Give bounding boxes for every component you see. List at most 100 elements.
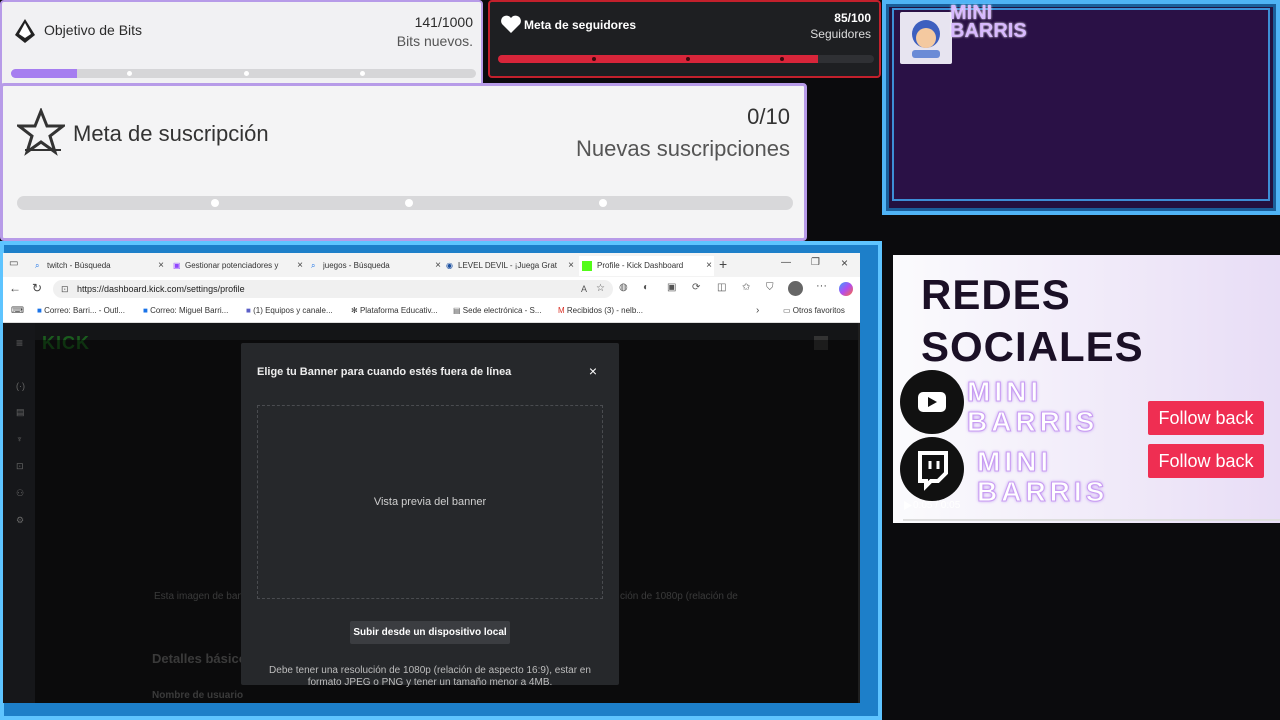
bookmark-plataforma[interactable]: ✻ Plataforma Educativ... <box>351 306 438 315</box>
trophy-icon[interactable]: ♆ <box>16 434 23 444</box>
menu-icon[interactable]: ≡ <box>16 336 23 350</box>
favorites-icon[interactable]: ✩ <box>742 282 750 293</box>
favorite-star-icon[interactable]: ☆ <box>596 280 605 298</box>
browser-essentials-icon[interactable]: ⛉ <box>766 282 774 293</box>
bookmarks-bar: ⌨ ■ Correo: Barri... - Outl... ■ Correo:… <box>3 301 860 323</box>
banner-modal: Elige tu Banner para cuando estés fuera … <box>241 343 619 688</box>
search-icon: ⌕ <box>35 261 40 270</box>
stream-icon[interactable]: (·) <box>16 381 25 391</box>
progress-marker <box>127 71 133 76</box>
camera-frame: MINI BARRIS <box>882 0 1280 215</box>
bookmark-outlook-1[interactable]: ■ Correo: Barri... - Outl... <box>37 306 125 315</box>
extension-icon[interactable]: ◍ <box>619 282 628 293</box>
subscription-goal-count: 0/10 <box>747 104 790 129</box>
restore-icon[interactable]: ❐ <box>811 257 820 268</box>
bookmark-teams[interactable]: ■ (1) Equipos y canale... <box>246 306 333 315</box>
youtube-icon <box>900 370 964 434</box>
twitch-icon <box>900 437 964 501</box>
progress-marker <box>211 199 219 207</box>
bits-goal-count: 141/1000 <box>414 14 473 30</box>
streamer-avatar <box>900 12 952 64</box>
chevron-right-icon[interactable]: › <box>756 305 759 316</box>
kick-favicon-icon <box>582 261 592 271</box>
star-icon <box>17 108 65 156</box>
modal-title: Elige tu Banner para cuando estés fuera … <box>257 366 512 378</box>
tab-kick-profile[interactable]: Profile - Kick Dashboard × <box>579 256 714 276</box>
bits-progress-fill <box>11 69 77 78</box>
dashboard-icon[interactable]: ▤ <box>16 407 25 418</box>
progress-marker <box>780 57 784 61</box>
url-text: https://dashboard.kick.com/settings/prof… <box>77 284 245 294</box>
progress-marker <box>405 199 413 207</box>
bookmark-outlook-2[interactable]: ■ Correo: Miguel Barri... <box>143 306 228 315</box>
play-icon[interactable] <box>904 501 912 510</box>
moderation-icon[interactable]: ⊡ <box>16 461 24 472</box>
document-icon: ▤ <box>453 306 461 315</box>
subscription-progress-bar <box>17 196 793 210</box>
community-icon[interactable]: ⚇ <box>16 488 24 499</box>
progress-marker <box>599 199 607 207</box>
subscription-goal-title: Meta de suscripción <box>73 121 269 146</box>
outlook-icon: ■ <box>143 306 148 315</box>
close-icon[interactable]: × <box>589 363 597 379</box>
tab-gestionar[interactable]: ▣ Gestionar potenciadores y × <box>169 256 305 276</box>
twitch-follow-button[interactable]: Follow back <box>1148 444 1264 478</box>
upload-local-button[interactable]: Subir desde un dispositivo local <box>350 621 510 644</box>
subscription-goal-subtitle: Nuevas suscripciones <box>576 136 790 161</box>
progress-marker <box>243 71 249 76</box>
social-panel: REDES SOCIALES MINI BARRIS Follow back M… <box>893 255 1280 523</box>
social-heading-line2: SOCIALES <box>921 323 1144 370</box>
tab-twitch-search[interactable]: ⌕ twitch - Búsqueda × <box>31 256 166 276</box>
settings-icon[interactable]: ⚙ <box>16 515 24 526</box>
bookmark-sede[interactable]: ▤ Sede electrónica - S... <box>453 306 542 315</box>
close-tab-icon[interactable]: × <box>568 256 574 276</box>
bits-progress-bar <box>11 69 476 78</box>
back-icon[interactable]: ← <box>9 281 21 295</box>
bookmark-gmail[interactable]: M Recibidos (3) - nelb... <box>558 306 643 315</box>
read-aloud-icon[interactable]: A <box>581 280 587 298</box>
progress-marker <box>592 57 596 61</box>
close-tab-icon[interactable]: × <box>297 256 303 276</box>
bits-goal-title: Objetivo de Bits <box>44 22 143 38</box>
more-menu-icon[interactable]: ··· <box>816 280 827 292</box>
minimize-icon[interactable]: — <box>781 257 791 268</box>
subscription-goal-widget: Meta de suscripción 0/10 Nuevas suscripc… <box>0 83 807 241</box>
close-window-icon[interactable]: × <box>841 256 848 270</box>
close-tab-icon[interactable]: × <box>435 256 441 276</box>
tab-actions-icon[interactable]: ▭ <box>9 258 18 269</box>
progress-marker <box>686 57 690 61</box>
plataforma-icon: ✻ <box>351 306 358 315</box>
refresh-icon[interactable]: ↻ <box>32 281 42 295</box>
followers-goal-title: Meta de seguidores <box>524 18 637 32</box>
social-heading-line1: REDES <box>921 271 1071 318</box>
close-tab-icon[interactable]: × <box>706 256 712 276</box>
profile-avatar[interactable] <box>788 281 803 296</box>
youtube-follow-button[interactable]: Follow back <box>1148 401 1264 435</box>
followers-progress-fill <box>498 55 818 63</box>
extension-icon[interactable]: ◐ <box>643 282 649 293</box>
tab-strip: ▭ ⌕ twitch - Búsqueda × ▣ Gestionar poten… <box>3 253 860 277</box>
video-progress-bar[interactable] <box>903 519 1280 521</box>
address-bar-row: ← ↻ ⊡ https://dashboard.kick.com/setting… <box>3 277 860 301</box>
tab-level-devil[interactable]: ◉ LEVEL DEVIL - ¡Juega Grat × <box>442 256 576 276</box>
followers-goal-subtitle: Seguidores <box>810 27 871 41</box>
lock-icon: ⊡ <box>61 284 69 294</box>
heart-icon <box>501 15 521 33</box>
youtube-channel-name: MINI BARRIS <box>967 376 1099 437</box>
close-tab-icon[interactable]: × <box>158 256 164 276</box>
search-icon: ⌕ <box>311 261 316 270</box>
bits-gem-icon <box>15 19 35 43</box>
new-tab-icon[interactable]: + <box>719 256 727 272</box>
split-tab-icon[interactable]: ◫ <box>717 282 726 293</box>
bookmark-otros[interactable]: ▭ Otros favoritos <box>783 306 845 315</box>
extensions-icon[interactable]: ⟳ <box>692 282 700 293</box>
copilot-icon[interactable] <box>839 282 853 296</box>
folder-icon: ▭ <box>783 306 791 315</box>
banner-dropzone[interactable]: Vista previa del banner <box>257 405 603 599</box>
twitch-icon: ▣ <box>173 261 181 270</box>
tab-juegos-search[interactable]: ⌕ juegos - Búsqueda × <box>307 256 443 276</box>
split-screen-icon[interactable]: ▣ <box>667 282 676 293</box>
avatar-icon <box>912 20 940 58</box>
keyboard-icon[interactable]: ⌨ <box>11 305 24 316</box>
url-input[interactable]: ⊡ https://dashboard.kick.com/settings/pr… <box>53 280 613 298</box>
